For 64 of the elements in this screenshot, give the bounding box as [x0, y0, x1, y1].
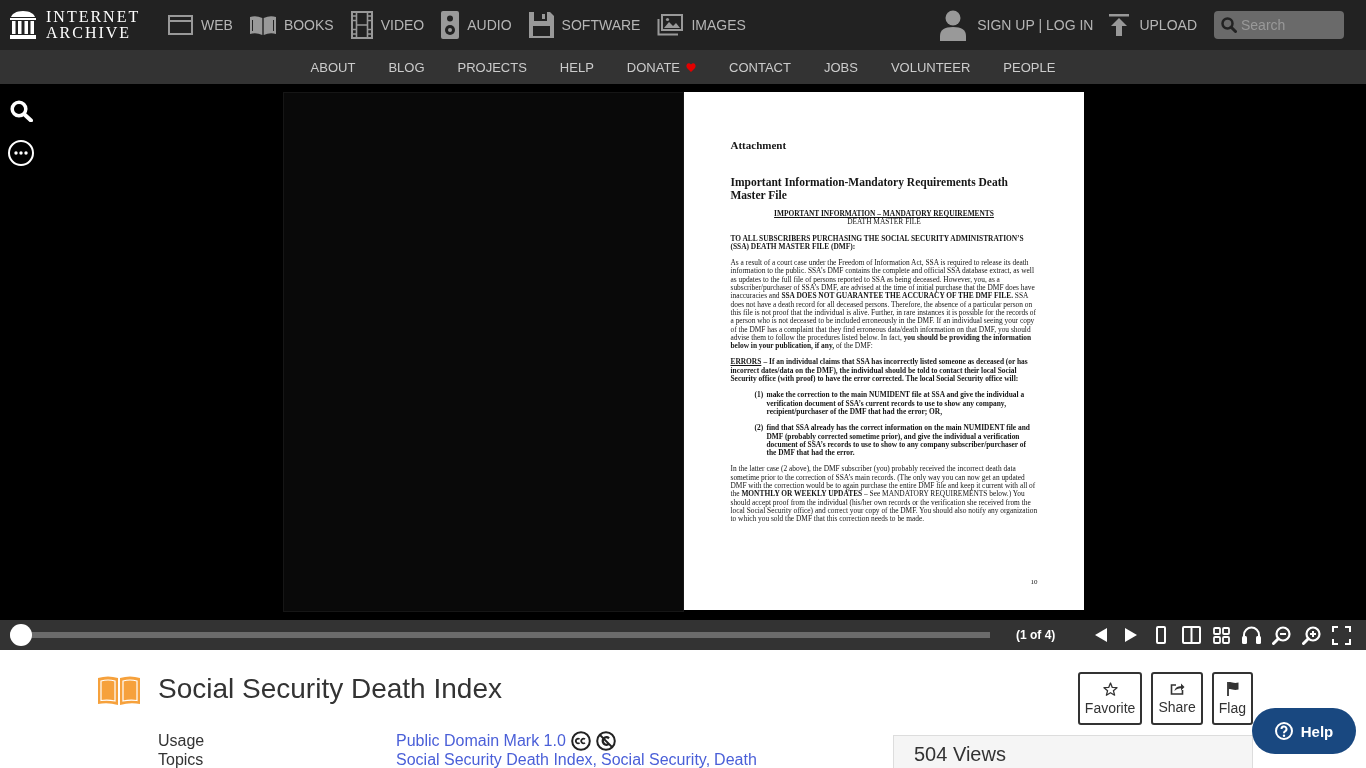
browser-window-icon [168, 15, 193, 35]
star-icon [1102, 681, 1118, 696]
media-nav-link[interactable]: SOFTWARE [528, 11, 641, 39]
ellipsis-circle-icon [8, 140, 34, 166]
flag-icon [1225, 681, 1239, 696]
metadata-label: Topics [158, 750, 205, 768]
speaker-icon [441, 11, 460, 39]
zoom-out-icon [1271, 625, 1291, 645]
help-button[interactable]: Help [1252, 708, 1356, 754]
search-icon [9, 100, 33, 122]
media-nav-link[interactable]: AUDIO [441, 11, 512, 39]
share-button[interactable]: Share [1151, 672, 1203, 725]
heart-icon [686, 62, 697, 72]
media-nav-link[interactable]: BOOKS [249, 11, 334, 39]
document-heading: Important Information-Mandatory Requirements Death Master File [730, 176, 1009, 202]
cc-icon [570, 730, 591, 751]
home-logo-link[interactable]: INTERNET ARCHIVE [10, 9, 146, 41]
nav-link[interactable]: BLOG [388, 59, 425, 75]
nav-link[interactable]: ABOUT [310, 59, 356, 75]
share-icon [1169, 682, 1185, 695]
nav-link[interactable]: CONTACT [729, 59, 791, 75]
picture-icon [657, 14, 684, 36]
flag-button[interactable]: Flag [1211, 672, 1253, 725]
license-link[interactable]: Public Domain Mark 1.0 [396, 731, 566, 750]
topic-link[interactable]: Death [714, 750, 757, 768]
film-strip-icon [350, 11, 373, 39]
nav-link[interactable]: DONATE [626, 59, 697, 75]
topic-link[interactable]: Social Security Death Index, [396, 750, 597, 768]
metadata-label: Usage [158, 731, 206, 750]
views-count: 504 Views [914, 742, 1007, 766]
media-nav-link[interactable]: IMAGES [657, 11, 746, 39]
page-counter: (1 of 4) [1016, 628, 1056, 642]
search-icon [1221, 17, 1237, 33]
two-page-icon [1181, 626, 1201, 644]
fullscreen-icon [1331, 625, 1351, 645]
slider-thumb[interactable] [10, 624, 32, 646]
item-title: Social Security Death Index [158, 672, 503, 706]
open-book-icon [249, 15, 276, 35]
nav-link[interactable]: JOBS [823, 59, 858, 75]
upload-link[interactable]: UPLOAD [1109, 14, 1197, 36]
upload-arrow-icon [1109, 14, 1130, 36]
question-circle-icon [1274, 722, 1293, 740]
nav-link[interactable]: PEOPLE [1003, 59, 1056, 75]
columned-building-icon [10, 11, 36, 39]
grid-icon [1212, 626, 1230, 644]
single-page-icon [1156, 626, 1166, 644]
person-icon [940, 9, 967, 41]
media-nav-link[interactable]: VIDEO [350, 11, 425, 39]
sign-up-log-in-link[interactable]: SIGN UP | LOG IN [940, 9, 1094, 41]
crossed-copyright-icon [595, 730, 616, 751]
left-triangle-icon [1095, 628, 1107, 642]
more-options-button[interactable] [8, 140, 34, 166]
open-book-icon [98, 675, 140, 705]
search-inside-button[interactable] [9, 100, 33, 122]
favorite-button[interactable]: Favorite [1077, 672, 1143, 725]
media-nav-link[interactable]: WEB [168, 11, 233, 39]
right-triangle-icon [1125, 628, 1137, 642]
nav-link[interactable]: VOLUNTEER [890, 59, 971, 75]
topic-link[interactable]: Social Security, [601, 750, 711, 768]
headphones-icon [1241, 626, 1261, 644]
attachment-title: Attachment [730, 139, 788, 152]
nav-link[interactable]: PROJECTS [457, 59, 527, 75]
nav-link[interactable]: HELP [559, 59, 594, 75]
zoom-in-icon [1301, 625, 1321, 645]
